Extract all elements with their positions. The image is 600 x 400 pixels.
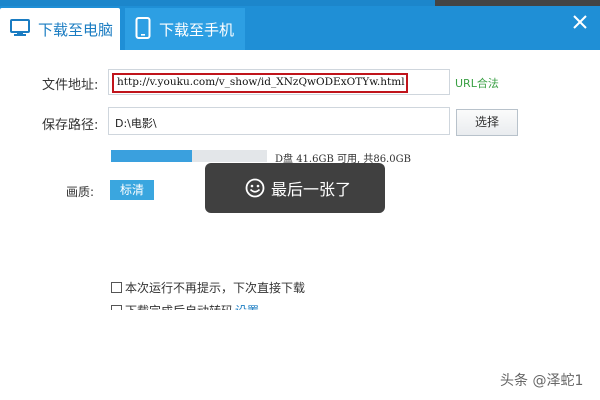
url-valid-status: URL合法 [455,77,499,90]
title-bar: 下载至电脑 下载至手机 [0,0,600,50]
top-strip [0,0,600,6]
tab-label: 下载至手机 [159,20,235,39]
no-prompt-label: 本次运行不再提示，下次直接下载 [125,281,306,295]
url-value: http://v.youku.com/v_show/id_XNzQwODExOT… [117,76,405,88]
toast-text: 最后一张了 [271,180,352,199]
disk-usage-fill [111,150,193,162]
disk-usage-bar [111,150,267,162]
phone-icon [135,16,151,42]
choose-button[interactable]: 选择 [456,109,518,136]
tab-download-to-phone[interactable]: 下载至手机 [125,8,245,50]
save-path-value: D:\电影\ [115,117,157,130]
smile-icon [245,178,265,198]
save-path-input[interactable]: D:\电影\ [108,107,450,135]
no-prompt-checkbox[interactable] [111,282,122,293]
url-label: 文件地址: [42,78,99,93]
tab-download-to-pc[interactable]: 下载至电脑 [0,8,120,50]
toast-popup: 最后一张了 [205,163,385,213]
no-prompt-option[interactable]: 本次运行不再提示，下次直接下载 [111,279,305,296]
tab-label: 下载至电脑 [38,20,114,39]
close-icon[interactable] [570,12,590,32]
quality-label: 画质: [66,185,95,199]
watermark: 头条 @泽蛇1 [500,373,584,389]
save-path-label: 保存路径: [42,118,99,133]
quality-select[interactable]: 标清 [110,180,154,200]
monitor-icon [10,18,30,40]
url-input[interactable]: http://v.youku.com/v_show/id_XNzQwODExOT… [108,69,450,95]
